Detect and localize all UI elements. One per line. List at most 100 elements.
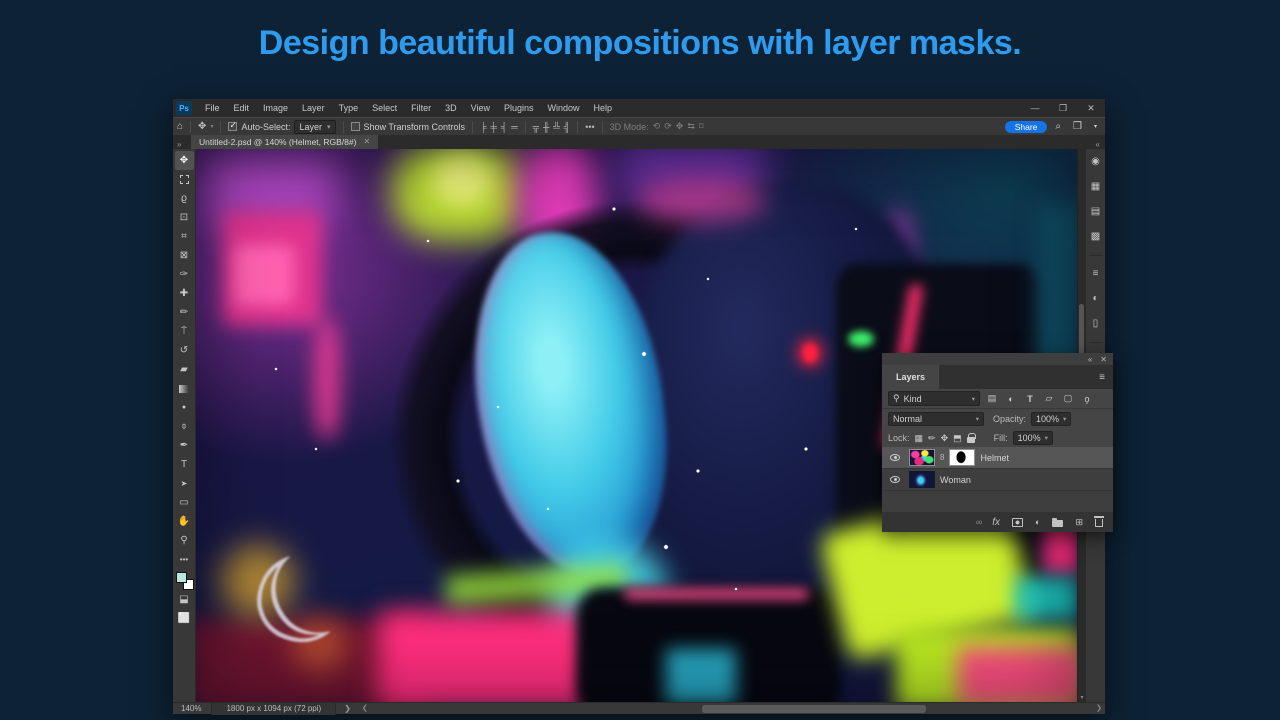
libraries-panel-icon[interactable]: ▯ [1088,315,1104,331]
pen-tool[interactable]: ✒ [175,436,194,455]
patterns-panel-icon[interactable]: ▩ [1088,228,1104,244]
horizontal-scrollbar[interactable]: ❮ ❯ [359,703,1105,714]
layer-name[interactable]: Helmet [980,453,1009,463]
align-top-icon[interactable]: ═ [511,122,517,132]
opacity-field[interactable]: 100% ▾ [1031,412,1072,426]
tool-preset-caret[interactable]: ▾ [210,119,213,135]
gradient-tool[interactable] [175,379,194,398]
auto-select-checkbox[interactable] [228,120,238,131]
distribute-bottom-icon[interactable]: ╩ [553,122,559,132]
color-swatches[interactable] [175,571,194,590]
lock-position-icon[interactable]: ✥ [941,433,949,444]
clone-stamp-tool[interactable]: ⍑ [175,322,194,341]
minimize-button[interactable]: — [1021,99,1049,117]
distribute-center-icon[interactable]: ╫ [543,122,549,132]
gradients-panel-icon[interactable]: ▤ [1088,203,1104,219]
brush-tool[interactable]: ✏ [175,303,194,322]
screen-mode-button[interactable]: ⬜ [175,609,194,628]
workspace-icon[interactable]: ❒ [1073,121,1082,132]
new-layer-icon[interactable]: ⊞ [1075,517,1083,528]
menu-window[interactable]: Window [541,99,587,117]
workspace-caret[interactable]: ▾ [1094,123,1097,130]
layers-tab[interactable]: Layers [882,365,940,389]
share-button[interactable]: Share [1004,120,1048,133]
roll-3d-icon[interactable]: ⟳ [664,121,672,132]
tab-close-icon[interactable]: ✕ [363,135,370,149]
edit-toolbar-icon[interactable]: ••• [175,550,194,569]
blend-mode-dropdown[interactable]: Normal ▾ [888,412,984,426]
panel-menu-icon[interactable]: ≡ [1099,372,1113,383]
orbit-3d-icon[interactable]: ⟲ [653,121,661,132]
filter-type-layers-icon[interactable]: T [1023,394,1037,404]
dodge-tool[interactable]: ⌽ [175,417,194,436]
marquee-tool[interactable] [175,170,194,189]
filter-shape-layers-icon[interactable]: ▱ [1042,393,1056,404]
align-right-icon[interactable]: ╡ [501,122,507,132]
layer-effects-icon[interactable]: fx [992,517,1000,528]
lasso-tool[interactable]: ϱ [175,189,194,208]
layer-mask-thumbnail[interactable] [949,449,976,466]
lock-all-icon[interactable] [966,432,976,443]
frame-tool[interactable]: ⊠ [175,246,194,265]
home-icon[interactable]: ⌂ [177,119,183,135]
maximize-button[interactable]: ❐ [1049,99,1077,117]
scroll-right-icon[interactable]: ❯ [1096,704,1102,712]
layer-thumbnail[interactable] [909,471,935,488]
menu-edit[interactable]: Edit [227,99,257,117]
tab-overflow-icon[interactable]: » [173,140,191,149]
history-brush-tool[interactable]: ↺ [175,341,194,360]
rectangle-tool[interactable]: ▭ [175,493,194,512]
layer-name[interactable]: Woman [940,475,971,485]
layer-row-helmet[interactable]: 8 Helmet [882,447,1113,469]
move-tool[interactable]: ✥ [174,151,194,170]
path-select-tool[interactable]: ➤ [175,474,194,493]
zoom-level-field[interactable]: 140% [173,704,211,713]
mask-link-icon[interactable]: 8 [940,453,944,462]
add-mask-icon[interactable] [1012,517,1024,527]
menu-layer[interactable]: Layer [295,99,332,117]
layer-row-woman[interactable]: Woman [882,469,1113,491]
camera-3d-icon[interactable]: ⌑ [699,121,704,132]
more-options-icon[interactable]: ••• [585,122,594,132]
menu-image[interactable]: Image [256,99,295,117]
menu-filter[interactable]: Filter [404,99,438,117]
show-transform-checkbox[interactable] [350,122,360,131]
search-icon[interactable]: ⌕ [1055,121,1061,132]
crop-tool[interactable]: ⌗ [175,227,194,246]
color-panel-icon[interactable]: ◉ [1088,153,1104,169]
type-tool[interactable]: T [175,455,194,474]
properties-panel-icon[interactable]: ≡ [1088,265,1104,281]
adjustment-layer-icon[interactable]: ◐ [1035,517,1040,527]
eyedropper-tool[interactable]: ✑ [175,265,194,284]
lock-artboard-icon[interactable]: ⬒ [953,433,962,444]
new-group-icon[interactable] [1052,517,1064,527]
distribute-right-icon[interactable]: ╣ [564,122,570,132]
eraser-tool[interactable]: ▰ [175,360,194,379]
delete-layer-icon[interactable] [1094,516,1104,527]
zoom-tool[interactable]: ⚲ [175,531,194,550]
filter-kind-dropdown[interactable]: ⚲ Kind ▾ [888,391,980,406]
quick-mask-button[interactable]: ⬓ [175,590,194,609]
menu-plugins[interactable]: Plugins [497,99,541,117]
scroll-left-icon[interactable]: ❮ [362,704,368,712]
fill-field[interactable]: 100% ▾ [1012,431,1053,445]
panel-close-icon[interactable]: ✕ [1100,355,1107,364]
filter-pixel-layers-icon[interactable]: ▤ [985,393,999,404]
filter-smart-objects-icon[interactable]: ▢ [1061,393,1075,404]
object-selection-tool[interactable]: ⊡ [175,208,194,227]
move-tool-icon[interactable]: ✥ [198,119,206,135]
filter-adjustment-layers-icon[interactable]: ◐ [1004,394,1018,404]
menu-file[interactable]: File [198,99,227,117]
menu-view[interactable]: View [464,99,497,117]
visibility-eye-icon[interactable] [890,454,900,461]
status-chevron-icon[interactable]: ❯ [336,704,359,713]
menu-3d[interactable]: 3D [438,99,464,117]
panel-collapse-icon[interactable]: « [1088,355,1092,364]
align-center-icon[interactable]: ╪ [490,122,496,132]
foreground-color-swatch[interactable] [175,572,187,583]
align-left-icon[interactable]: ╞ [480,122,486,132]
horizontal-scroll-thumb[interactable] [702,705,926,713]
menu-select[interactable]: Select [365,99,404,117]
healing-brush-tool[interactable]: ✚ [175,284,194,303]
scroll-down-icon[interactable]: ▾ [1078,694,1086,701]
